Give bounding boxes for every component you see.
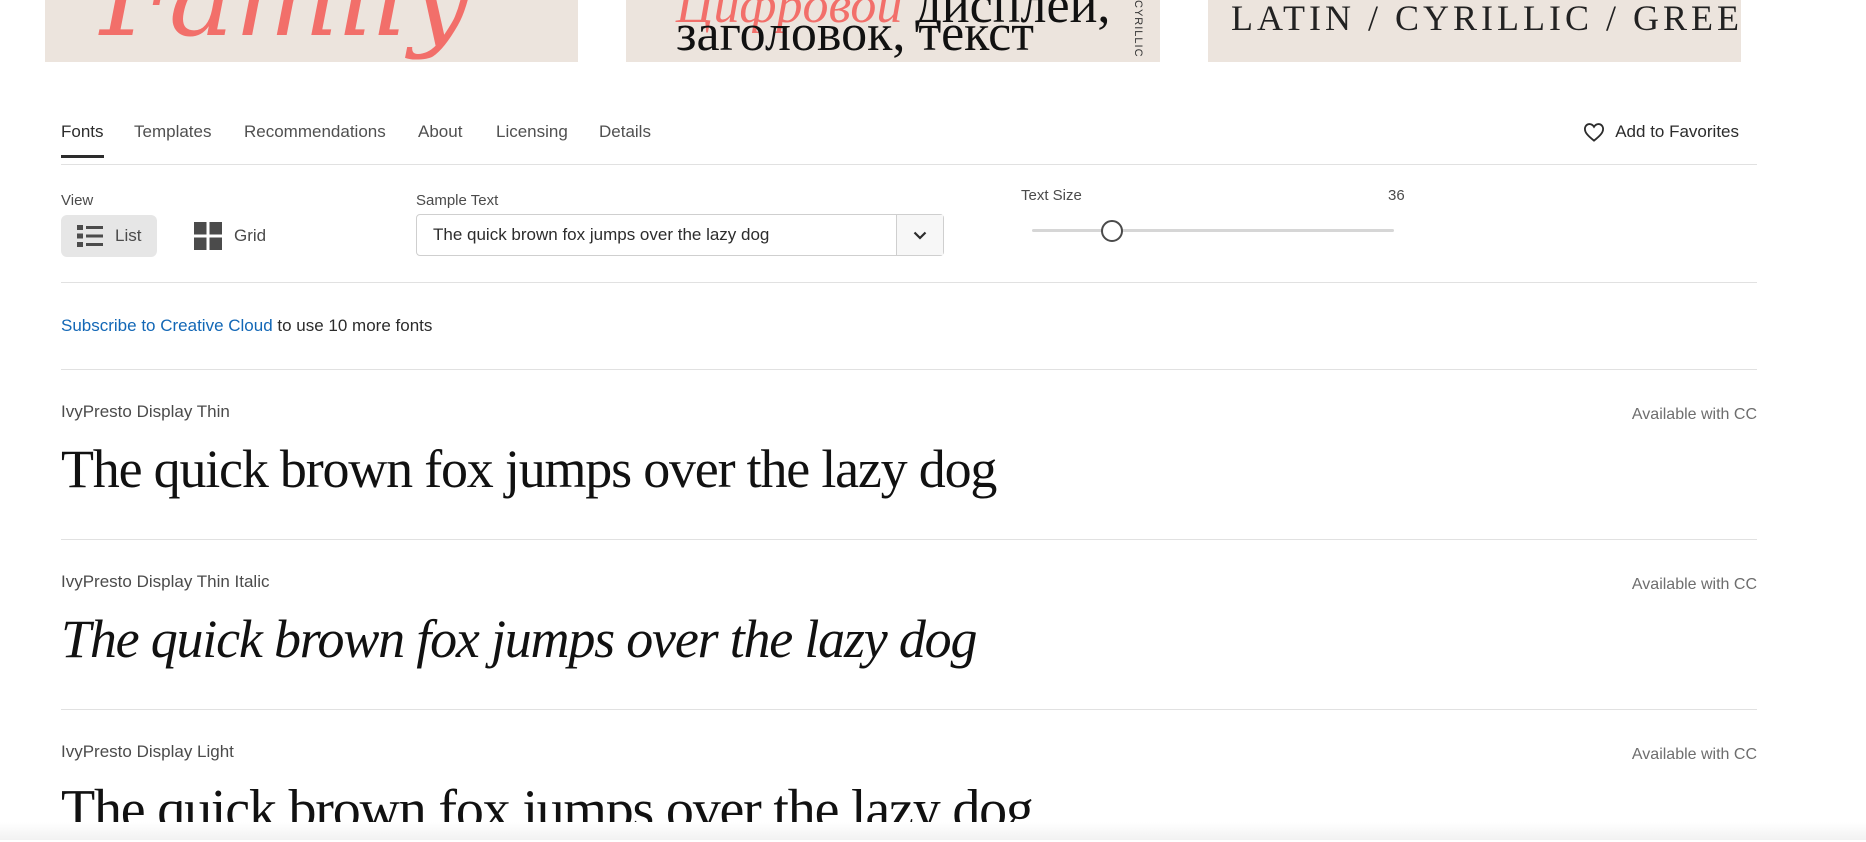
grid-view-button[interactable]: Grid (178, 215, 282, 257)
sample-text-select[interactable]: The quick brown fox jumps over the lazy … (416, 214, 944, 256)
add-to-favorites-label: Add to Favorites (1615, 122, 1739, 141)
tab-about[interactable]: About (418, 122, 462, 158)
list-view-button[interactable]: List (61, 215, 158, 257)
text-size-value: 36 (1388, 187, 1405, 204)
banner-cyrillic-vertical-label: CYRILLIC (1132, 0, 1144, 58)
chevron-down-icon (913, 231, 927, 240)
text-size-slider-track[interactable] (1032, 229, 1394, 232)
banner-scripts-text: LATIN / CYRILLIC / GREEK (1231, 0, 1741, 38)
list-view-label: List (115, 226, 142, 245)
tab-recommendations[interactable]: Recommendations (244, 122, 386, 158)
sample-text-dropdown-button[interactable] (896, 215, 943, 255)
subscribe-notice-text: to use 10 more fonts (272, 316, 433, 335)
availability-badge: Available with CC (1631, 406, 1757, 423)
banner-tile-scripts[interactable]: LATIN / CYRILLIC / GREEK (1208, 0, 1741, 62)
font-sample-text: The quick brown fox jumps over the lazy … (61, 609, 977, 669)
divider (61, 369, 1757, 370)
divider (61, 539, 1757, 540)
sample-text-label: Sample Text (416, 192, 499, 209)
subscribe-link[interactable]: Subscribe to Creative Cloud (61, 316, 273, 335)
divider (61, 282, 1757, 283)
tab-details[interactable]: Details (599, 122, 651, 158)
divider (61, 709, 1757, 710)
font-list-item[interactable]: IvyPresto Display Thin Available with CC… (61, 402, 1757, 538)
font-list-item[interactable]: IvyPresto Display Thin Italic Available … (61, 572, 1757, 708)
font-name[interactable]: IvyPresto Display Light (61, 742, 234, 762)
view-label: View (61, 192, 94, 209)
banner-tile-cyrillic[interactable]: Цифровой дисплей, заголовок, текст CYRIL… (626, 0, 1160, 62)
text-size-slider-handle[interactable] (1101, 220, 1123, 242)
tab-fonts[interactable]: Fonts (61, 122, 104, 158)
banner-tile-family[interactable]: Family (45, 0, 578, 62)
grid-icon (194, 222, 222, 250)
heart-icon (1584, 123, 1605, 142)
font-name[interactable]: IvyPresto Display Thin Italic (61, 572, 269, 592)
grid-view-label: Grid (234, 226, 267, 245)
tab-licensing[interactable]: Licensing (496, 122, 568, 158)
tab-templates[interactable]: Templates (134, 122, 211, 158)
bottom-edge-shade (0, 822, 1866, 840)
text-size-label: Text Size (1021, 187, 1082, 204)
font-sample-text: The quick brown fox jumps over the lazy … (61, 439, 997, 499)
availability-badge: Available with CC (1631, 746, 1757, 763)
subscribe-notice: Subscribe to Creative Cloud to use 10 mo… (61, 316, 432, 336)
availability-badge: Available with CC (1631, 576, 1757, 593)
add-to-favorites-button[interactable]: Add to Favorites (1583, 122, 1739, 142)
tab-bar: Fonts Templates Recommendations About Li… (61, 112, 1757, 165)
font-name[interactable]: IvyPresto Display Thin (61, 402, 230, 422)
banner-cyrillic-line2: заголовок, текст (676, 5, 1034, 62)
sample-text-value[interactable]: The quick brown fox jumps over the lazy … (433, 225, 769, 245)
banner-family-text: Family (100, 0, 471, 52)
list-icon (77, 225, 103, 247)
